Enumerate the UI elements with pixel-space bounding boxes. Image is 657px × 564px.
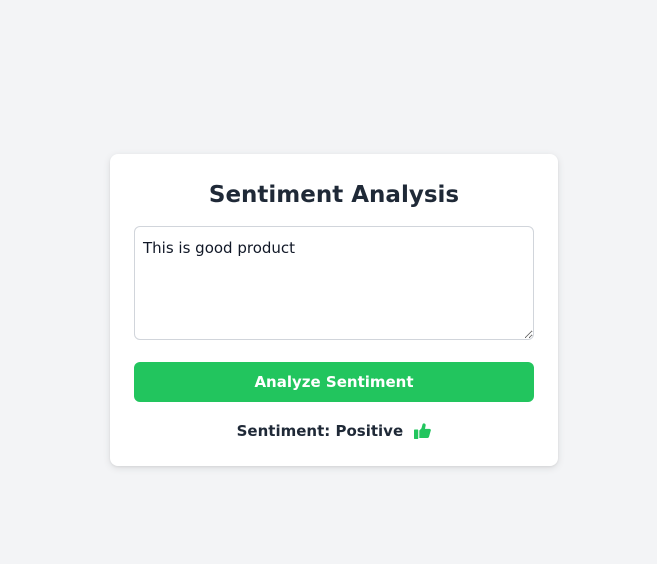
sentiment-result-label: Sentiment:: [236, 422, 331, 440]
text-input[interactable]: [134, 226, 534, 340]
sentiment-result-value: Positive: [335, 422, 404, 440]
page-title: Sentiment Analysis: [208, 182, 460, 208]
sentiment-card: Sentiment Analysis Analyze Sentiment Sen…: [110, 154, 558, 466]
sentiment-result: Sentiment: Positive: [110, 420, 558, 442]
analyze-sentiment-button[interactable]: Analyze Sentiment: [134, 362, 534, 402]
thumbs-up-icon: [414, 422, 432, 439]
